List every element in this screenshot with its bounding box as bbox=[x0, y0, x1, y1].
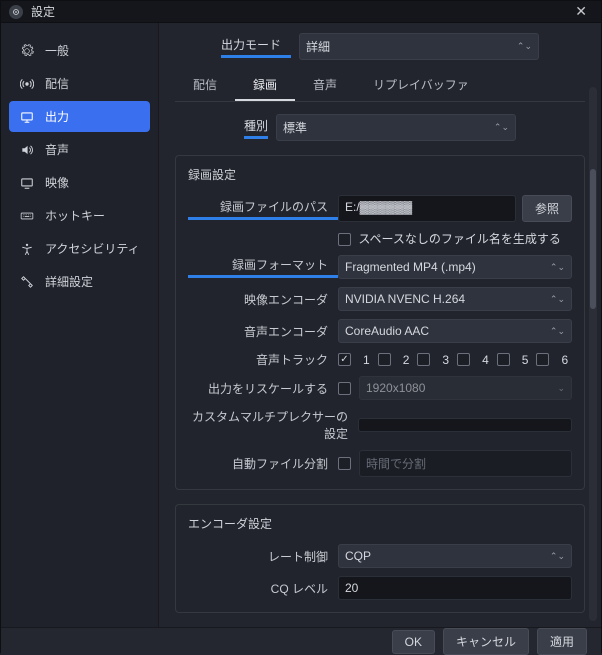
recording-section: 録画設定 録画ファイルのパス E:/▓▓▓▓▓▓ 参照 スペースなしのファイル名… bbox=[175, 155, 585, 490]
chevron-updown-icon: ⌃⌄ bbox=[494, 122, 509, 133]
chevron-updown-icon: ⌃⌄ bbox=[550, 294, 565, 305]
nospace-label: スペースなしのファイル名を生成する bbox=[358, 232, 561, 246]
chevron-updown-icon: ⌃⌄ bbox=[550, 326, 565, 337]
close-button[interactable]: ✕ bbox=[569, 1, 593, 22]
type-select[interactable]: 標準 ⌃⌄ bbox=[276, 114, 516, 141]
scrollbar[interactable] bbox=[589, 87, 597, 621]
sidebar-item-label: ホットキー bbox=[45, 207, 105, 224]
sidebar-item-audio[interactable]: 音声 bbox=[9, 134, 150, 165]
monitor-icon bbox=[19, 175, 35, 191]
sidebar-item-video[interactable]: 映像 bbox=[9, 167, 150, 198]
antenna-icon bbox=[19, 76, 35, 92]
mux-label: カスタムマルチプレクサーの設定 bbox=[188, 408, 358, 442]
output-mode-label: 出力モード bbox=[221, 36, 291, 58]
keyboard-icon bbox=[19, 208, 35, 224]
scrollbar-thumb[interactable] bbox=[590, 169, 596, 309]
sidebar-item-accessibility[interactable]: アクセシビリティ bbox=[9, 233, 150, 264]
dialog-footer: OK キャンセル 適用 bbox=[1, 627, 601, 655]
sidebar-item-label: アクセシビリティ bbox=[45, 240, 140, 257]
type-label: 種別 bbox=[244, 117, 268, 139]
tab-stream[interactable]: 配信 bbox=[175, 70, 235, 101]
output-tabs: 配信 録画 音声 リプレイバッファ bbox=[175, 70, 585, 102]
cancel-button[interactable]: キャンセル bbox=[443, 628, 529, 655]
app-icon bbox=[9, 5, 23, 19]
tab-replay-buffer[interactable]: リプレイバッファ bbox=[355, 70, 487, 101]
venc-select[interactable]: NVIDIA NVENC H.264 ⌃⌄ bbox=[338, 287, 572, 311]
chevron-updown-icon: ⌃⌄ bbox=[517, 41, 532, 52]
sidebar-item-output[interactable]: 出力 bbox=[9, 101, 150, 132]
accessibility-icon bbox=[19, 241, 35, 257]
sidebar-item-label: 詳細設定 bbox=[45, 273, 93, 290]
tools-icon bbox=[19, 274, 35, 290]
tracks-group: 1 2 3 4 5 6 bbox=[338, 353, 572, 367]
tracks-label: 音声トラック bbox=[188, 351, 338, 368]
chevron-updown-icon: ⌃⌄ bbox=[550, 262, 565, 273]
track-4-checkbox[interactable] bbox=[457, 353, 470, 366]
sidebar-item-label: 音声 bbox=[45, 141, 69, 158]
recording-section-title: 録画設定 bbox=[188, 166, 572, 183]
sidebar-item-general[interactable]: 一般 bbox=[9, 35, 150, 66]
sidebar: 一般 配信 出力 音声 映像 ホットキー bbox=[1, 23, 159, 627]
venc-label: 映像エンコーダ bbox=[188, 291, 338, 308]
browse-button[interactable]: 参照 bbox=[522, 195, 572, 222]
sidebar-item-advanced[interactable]: 詳細設定 bbox=[9, 266, 150, 297]
encoder-section-title: エンコーダ設定 bbox=[188, 515, 572, 532]
chevron-updown-icon: ⌃⌄ bbox=[550, 551, 565, 562]
sidebar-item-label: 映像 bbox=[45, 174, 69, 191]
split-label: 自動ファイル分割 bbox=[188, 455, 338, 472]
rescale-select[interactable]: 1920x1080 ⌄ bbox=[359, 376, 572, 400]
window-title: 設定 bbox=[31, 3, 55, 20]
split-checkbox[interactable] bbox=[338, 457, 351, 470]
track-6-checkbox[interactable] bbox=[536, 353, 549, 366]
rc-select[interactable]: CQP ⌃⌄ bbox=[338, 544, 572, 568]
cq-input[interactable]: 20 bbox=[338, 576, 572, 600]
sidebar-item-label: 配信 bbox=[45, 75, 69, 92]
chevron-down-icon: ⌄ bbox=[557, 383, 565, 394]
aenc-select[interactable]: CoreAudio AAC ⌃⌄ bbox=[338, 319, 572, 343]
encoder-section: エンコーダ設定 レート制御 CQP ⌃⌄ CQ レベル 20 bbox=[175, 504, 585, 613]
titlebar: 設定 ✕ bbox=[1, 1, 601, 23]
ok-button[interactable]: OK bbox=[392, 630, 435, 654]
sidebar-item-hotkeys[interactable]: ホットキー bbox=[9, 200, 150, 231]
settings-window: 設定 ✕ 一般 配信 出力 音声 映像 bbox=[0, 0, 602, 653]
rescale-label: 出力をリスケールする bbox=[188, 380, 338, 397]
split-select[interactable]: 時間で分割 bbox=[359, 450, 572, 477]
apply-button[interactable]: 適用 bbox=[537, 628, 587, 655]
cq-label: CQ レベル bbox=[188, 580, 338, 597]
track-5-checkbox[interactable] bbox=[497, 353, 510, 366]
output-mode-select[interactable]: 詳細 ⌃⌄ bbox=[299, 33, 539, 60]
track-2-checkbox[interactable] bbox=[378, 353, 391, 366]
output-icon bbox=[19, 109, 35, 125]
track-3-checkbox[interactable] bbox=[417, 353, 430, 366]
rec-format-label: 録画フォーマット bbox=[188, 256, 338, 278]
sidebar-item-stream[interactable]: 配信 bbox=[9, 68, 150, 99]
sidebar-item-label: 出力 bbox=[45, 108, 69, 125]
nospace-checkbox[interactable] bbox=[338, 233, 351, 246]
tab-recording[interactable]: 録画 bbox=[235, 70, 295, 101]
speaker-icon bbox=[19, 142, 35, 158]
mux-input[interactable] bbox=[358, 418, 572, 432]
rec-path-input[interactable]: E:/▓▓▓▓▓▓ bbox=[338, 195, 516, 222]
rc-label: レート制御 bbox=[188, 548, 338, 565]
main-panel: 出力モード 詳細 ⌃⌄ 配信 録画 音声 リプレイバッファ 種別 標準 ⌃⌄ bbox=[159, 23, 601, 627]
rescale-checkbox[interactable] bbox=[338, 382, 351, 395]
rec-path-label: 録画ファイルのパス bbox=[188, 198, 338, 220]
tab-audio[interactable]: 音声 bbox=[295, 70, 355, 101]
gear-icon bbox=[19, 43, 35, 59]
sidebar-item-label: 一般 bbox=[45, 42, 69, 59]
track-1-checkbox[interactable] bbox=[338, 353, 351, 366]
aenc-label: 音声エンコーダ bbox=[188, 323, 338, 340]
rec-format-select[interactable]: Fragmented MP4 (.mp4) ⌃⌄ bbox=[338, 255, 572, 279]
